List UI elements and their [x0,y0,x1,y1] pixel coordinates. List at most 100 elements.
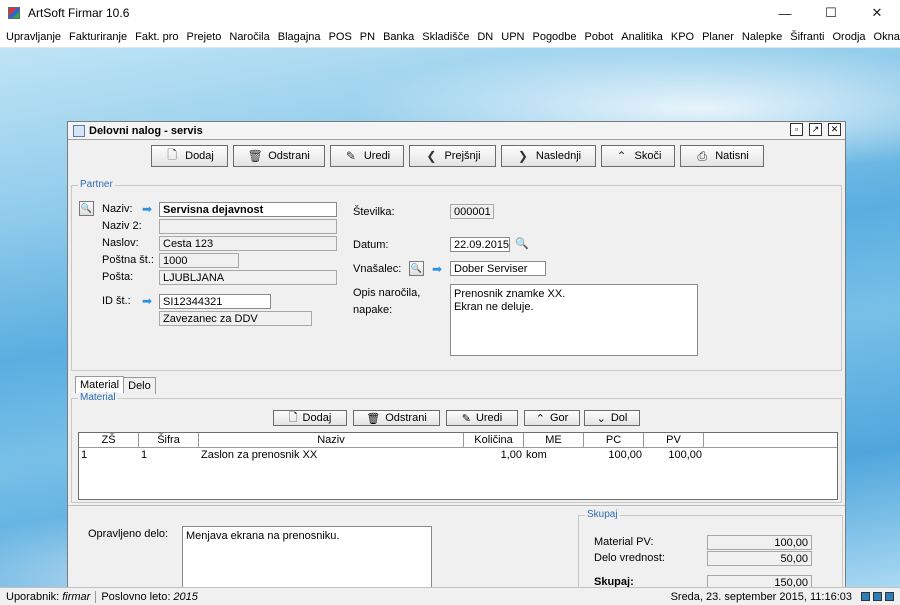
order-date-field[interactable]: 22.09.2015 [450,237,510,252]
previous-button[interactable]: ❮ Prejšnji [409,145,496,167]
magnifier-icon: 🔍 [410,263,423,273]
maximize-icon[interactable]: ↗ [809,123,822,136]
totals-group: Skupaj Material PV: 100,00 Delo vrednost… [578,509,843,595]
desktop-background: Delovni nalog - servis ▫ ↗ ✕ 🗋 Dodaj 🗑 Ods… [0,48,900,605]
menu-item-17[interactable]: Nalepke [738,31,786,43]
partner-group-label: Partner [78,179,115,190]
close-icon[interactable]: ✕ [828,123,841,136]
restore-icon[interactable]: ▫ [790,123,803,136]
material-add-button[interactable]: 🗋 Dodaj [273,410,347,426]
totals-group-label: Skupaj [585,509,620,520]
trash-icon: 🗑 [247,149,263,163]
menu-item-16[interactable]: Planer [698,31,738,43]
chevron-down-icon: ⌄ [596,412,606,425]
material-total-field: 100,00 [707,535,812,550]
add-button[interactable]: 🗋 Dodaj [151,145,228,167]
post-label: Pošta: [102,271,134,283]
menu-item-18[interactable]: Šifranti [786,31,828,43]
menu-item-2[interactable]: Fakt. pro [131,31,182,43]
table-row[interactable]: 1 1 Zaslon za prenosnik XX 1,00 kom 100,… [79,448,837,462]
partner-name-field[interactable]: Servisna dejavnost [159,202,337,217]
table-header: ZŠ Šifra Naziv Količina ME PC PV [79,433,837,448]
print-button[interactable]: ⎙ Natisni [680,145,764,167]
entered-by-search-button[interactable]: 🔍 [409,261,424,276]
year-label: Poslovno leto: [101,590,171,603]
column-header[interactable]: ME [524,433,584,447]
description-label-2: napake: [353,304,393,316]
menu-item-14[interactable]: Analitika [617,31,667,43]
tab-delo[interactable]: Delo [124,377,156,394]
menu-item-7[interactable]: PN [356,31,379,43]
menu-item-6[interactable]: POS [325,31,356,43]
material-down-button[interactable]: ⌄ Dol [584,410,640,426]
column-header[interactable]: Naziv [199,433,464,447]
partner-vat-field[interactable]: SI12344321 [159,294,271,309]
cell-pc: 100,00 [608,449,642,461]
partner-search-button[interactable]: 🔍 [79,201,94,216]
menu-item-8[interactable]: Banka [379,31,418,43]
new-document-icon: 🗋 [167,147,177,162]
chevron-up-icon: ⌃ [535,412,545,425]
toolbar: 🗋 Dodaj 🗑 Odstrani ✎ Uredi ❮ Prejšnji ❯ Nasle… [151,145,764,167]
minimize-button[interactable]: — [762,0,808,26]
column-header[interactable]: Količina [464,433,524,447]
column-header[interactable]: PV [644,433,704,447]
status-indicators [861,592,894,601]
order-number-field: 000001 [450,204,494,219]
menu-item-1[interactable]: Fakturiranje [65,31,131,43]
edit-button[interactable]: ✎ Uredi [330,145,404,167]
work-total-field: 50,00 [707,551,812,566]
material-up-button[interactable]: ⌃ Gor [524,410,580,426]
menu-item-9[interactable]: Skladišče [418,31,473,43]
partner-postcode-field: 1000 [159,253,239,268]
menu-item-4[interactable]: Naročila [225,31,273,43]
name-label: Naziv: [102,203,133,215]
status-separator [95,590,97,603]
close-button[interactable]: ✕ [854,0,900,26]
delete-button[interactable]: 🗑 Odstrani [233,145,325,167]
postcode-label: Poštna št.: [102,254,154,266]
menu-item-15[interactable]: KPO [667,31,698,43]
magnifier-icon: 🔍 [80,203,93,213]
arrow-right-icon[interactable]: ➡ [142,203,152,215]
menu-item-3[interactable]: Prejeto [183,31,226,43]
app-icon [8,7,20,19]
material-delete-button[interactable]: 🗑 Odstrani [353,410,440,426]
number-label: Številka: [353,206,395,218]
status-bar: Uporabnik: firmar Poslovno leto: 2015 Sr… [0,587,900,605]
next-button[interactable]: ❯ Naslednji [501,145,596,167]
tab-material[interactable]: Material [75,376,125,393]
column-header[interactable]: ZŠ [79,433,139,447]
work-order-window: Delovni nalog - servis ▫ ↗ ✕ 🗋 Dodaj 🗑 Ods… [67,121,846,605]
name2-label: Naziv 2: [102,220,142,232]
cell-zs: 1 [81,449,88,461]
partner-post-field: LJUBLJANA [159,270,337,285]
indicator-icon [873,592,882,601]
arrow-right-icon[interactable]: ➡ [432,263,442,275]
indicator-icon [861,592,870,601]
cell-kolicina: 1,00 [500,449,522,461]
menu-item-11[interactable]: UPN [497,31,528,43]
menu-item-12[interactable]: Pogodbe [528,31,580,43]
entered-by-field[interactable]: Dober Serviser [450,261,546,276]
description-textarea[interactable]: Prenosnik znamke XX. Ekran ne deluje. [450,284,698,356]
menu-item-13[interactable]: Pobot [581,31,618,43]
status-datetime: Sreda, 23. september 2015, 11:16:03 [670,591,852,603]
arrow-right-icon[interactable]: ➡ [142,295,152,307]
work-total-label: Delo vrednost: [594,552,665,564]
description-label: Opis naročila, [353,287,421,299]
app-title: ArtSoft Firmar 10.6 [28,6,130,20]
menu-item-20[interactable]: Okna [870,31,900,43]
menu-item-19[interactable]: Orodja [829,31,870,43]
menu-item-0[interactable]: Upravljanje [0,31,65,43]
jump-button[interactable]: ⌃ Skoči [601,145,675,167]
calendar-search-icon[interactable]: 🔍 [515,237,529,250]
column-header[interactable]: Šifra [139,433,199,447]
maximize-button[interactable]: ☐ [808,0,854,26]
column-header[interactable]: PC [584,433,644,447]
user-label: Uporabnik: [6,590,60,603]
menu-item-5[interactable]: Blagajna [274,31,325,43]
menu-item-10[interactable]: DN [473,31,497,43]
material-edit-button[interactable]: ✎ Uredi [446,410,518,426]
indicator-icon [885,592,894,601]
